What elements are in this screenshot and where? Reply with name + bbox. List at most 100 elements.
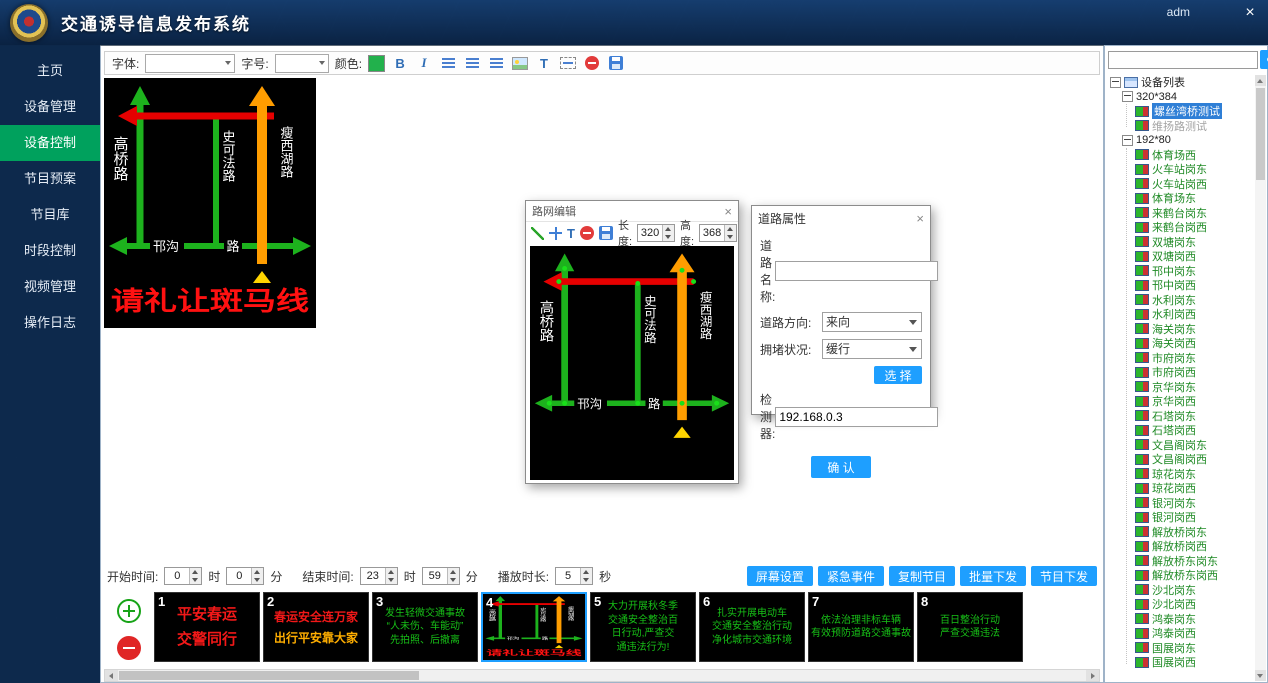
- add-program-button[interactable]: [117, 599, 141, 623]
- scroll-down-arrow-icon[interactable]: [1255, 670, 1266, 681]
- search-button[interactable]: [1260, 50, 1268, 69]
- align-center-button[interactable]: [463, 54, 481, 72]
- device-item[interactable]: 沙北岗东: [1107, 583, 1255, 598]
- device-item[interactable]: 海关岗东: [1107, 322, 1255, 337]
- collapse-toggle-icon[interactable]: [1110, 77, 1121, 88]
- device-item[interactable]: 邗中岗东: [1107, 264, 1255, 279]
- font-size-select[interactable]: [275, 54, 329, 73]
- device-item[interactable]: 文昌阁岗东: [1107, 438, 1255, 453]
- confirm-button[interactable]: 确 认: [811, 456, 871, 478]
- device-item[interactable]: 国展岗西: [1107, 655, 1255, 670]
- sidebar-item-program-plan[interactable]: 节目预案: [0, 161, 100, 197]
- collapse-toggle-icon[interactable]: [1122, 135, 1133, 146]
- device-item[interactable]: 京华岗西: [1107, 394, 1255, 409]
- device-item[interactable]: 体育场西: [1107, 148, 1255, 163]
- device-item[interactable]: 水利岗东: [1107, 293, 1255, 308]
- device-item[interactable]: 海关岗西: [1107, 336, 1255, 351]
- height-spinner[interactable]: 368: [699, 224, 737, 242]
- device-item[interactable]: 琼花岗东: [1107, 467, 1255, 482]
- scroll-left-arrow-icon[interactable]: [105, 670, 118, 681]
- spinner-arrows-icon[interactable]: [447, 568, 459, 584]
- close-icon[interactable]: ×: [724, 204, 732, 219]
- program-thumbnail-6[interactable]: 6 扎实开展电动车 交通安全整治行动 净化城市交通环境: [699, 592, 805, 662]
- align-left-button[interactable]: [439, 54, 457, 72]
- remove-program-button[interactable]: [117, 636, 141, 660]
- start-hour-spinner[interactable]: 0: [164, 567, 202, 585]
- device-item[interactable]: 银河岗西: [1107, 510, 1255, 525]
- horizontal-scrollbar[interactable]: [104, 669, 1100, 682]
- save-button[interactable]: [599, 224, 613, 242]
- device-item[interactable]: 体育场东: [1107, 191, 1255, 206]
- align-right-button[interactable]: [487, 54, 505, 72]
- add-text-button[interactable]: T: [567, 224, 575, 242]
- spinner-arrows-icon[interactable]: [189, 568, 201, 584]
- copy-program-button[interactable]: 复制节目: [889, 566, 955, 586]
- device-item[interactable]: 火车站岗西: [1107, 177, 1255, 192]
- end-minute-spinner[interactable]: 59: [422, 567, 460, 585]
- road-network-canvas[interactable]: [530, 246, 734, 480]
- color-swatch[interactable]: [368, 55, 385, 72]
- device-item[interactable]: 邗中岗西: [1107, 278, 1255, 293]
- device-search-input[interactable]: [1108, 51, 1258, 69]
- italic-button[interactable]: I: [415, 54, 433, 72]
- device-item[interactable]: 双塘岗东: [1107, 235, 1255, 250]
- vertical-scrollbar[interactable]: [1255, 75, 1266, 681]
- device-item[interactable]: 来鹤台岗东: [1107, 206, 1255, 221]
- program-thumbnail-2[interactable]: 2 春运安全连万家 出行平安靠大家: [263, 592, 369, 662]
- device-item[interactable]: 火车站岗东: [1107, 162, 1255, 177]
- device-item[interactable]: 鸿泰岗东: [1107, 612, 1255, 627]
- device-item-selected[interactable]: 螺丝湾桥测试: [1107, 104, 1255, 119]
- sidebar-item-video-management[interactable]: 视频管理: [0, 269, 100, 305]
- device-item[interactable]: 石塔岗东: [1107, 409, 1255, 424]
- program-thumbnail-4-selected[interactable]: 4 请礼让斑马线: [481, 592, 587, 662]
- device-item[interactable]: 解放桥东岗东: [1107, 554, 1255, 569]
- delete-button[interactable]: [583, 54, 601, 72]
- spinner-arrows-icon[interactable]: [251, 568, 263, 584]
- device-item[interactable]: 京华岗东: [1107, 380, 1255, 395]
- device-item[interactable]: 国展岗东: [1107, 641, 1255, 656]
- program-thumbnail-7[interactable]: 7 依法治理非标车辆 有效预防道路交通事故: [808, 592, 914, 662]
- spinner-arrows-icon[interactable]: [385, 568, 397, 584]
- tree-group-192x80[interactable]: 192*80: [1107, 133, 1255, 148]
- sidebar-item-home[interactable]: 主页: [0, 53, 100, 89]
- insert-text-button[interactable]: T: [535, 54, 553, 72]
- tree-group-320x384[interactable]: 320*384: [1107, 90, 1255, 105]
- program-thumbnail-1[interactable]: 1 平安春运 交警同行: [154, 592, 260, 662]
- user-label[interactable]: adm: [1167, 5, 1190, 19]
- spinner-arrows-icon[interactable]: [724, 225, 736, 241]
- scroll-up-arrow-icon[interactable]: [1255, 75, 1266, 86]
- emergency-event-button[interactable]: 紧急事件: [818, 566, 884, 586]
- device-item[interactable]: 来鹤台岗西: [1107, 220, 1255, 235]
- delete-button[interactable]: [580, 224, 594, 242]
- program-thumbnail-8[interactable]: 8 百日整治行动 严查交通违法: [917, 592, 1023, 662]
- device-item[interactable]: 解放桥岗西: [1107, 539, 1255, 554]
- device-item[interactable]: 银河岗东: [1107, 496, 1255, 511]
- start-minute-spinner[interactable]: 0: [226, 567, 264, 585]
- sidebar-item-device-management[interactable]: 设备管理: [0, 89, 100, 125]
- close-icon[interactable]: ×: [916, 211, 924, 226]
- marquee-button[interactable]: [559, 54, 577, 72]
- scroll-right-arrow-icon[interactable]: [1086, 670, 1099, 681]
- move-button[interactable]: [549, 224, 562, 242]
- display-preview[interactable]: 请礼让斑马线: [104, 78, 316, 328]
- insert-image-button[interactable]: [511, 54, 529, 72]
- device-item[interactable]: 解放桥岗东: [1107, 525, 1255, 540]
- spinner-arrows-icon[interactable]: [580, 568, 592, 584]
- dialog-titlebar[interactable]: 道路属性 ×: [752, 206, 930, 230]
- length-spinner[interactable]: 320: [637, 224, 675, 242]
- draw-line-button[interactable]: [531, 224, 544, 242]
- device-item[interactable]: 琼花岗西: [1107, 481, 1255, 496]
- congestion-select[interactable]: 缓行: [822, 339, 922, 359]
- bold-button[interactable]: B: [391, 54, 409, 72]
- device-item[interactable]: 沙北岗西: [1107, 597, 1255, 612]
- screen-settings-button[interactable]: 屏幕设置: [747, 566, 813, 586]
- sidebar-item-operation-log[interactable]: 操作日志: [0, 305, 100, 341]
- horizontal-scrollbar-thumb[interactable]: [119, 671, 419, 680]
- font-select[interactable]: [145, 54, 235, 73]
- spinner-arrows-icon[interactable]: [662, 225, 674, 241]
- device-item[interactable]: 鸿泰岗西: [1107, 626, 1255, 641]
- detector-input[interactable]: [775, 407, 938, 427]
- sidebar-item-device-control[interactable]: 设备控制: [0, 125, 100, 161]
- end-hour-spinner[interactable]: 23: [360, 567, 398, 585]
- program-thumbnail-3[interactable]: 3 发生轻微交通事故 “人未伤、车能动” 先拍照、后撤离: [372, 592, 478, 662]
